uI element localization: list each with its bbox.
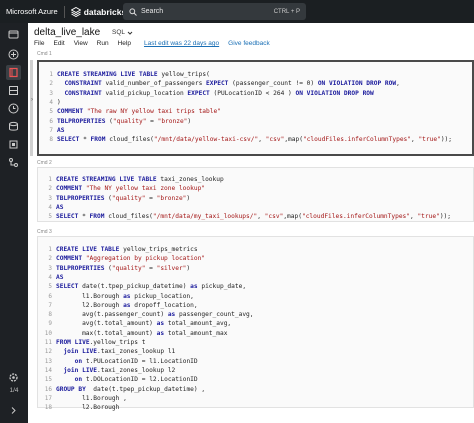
menu-run[interactable]: Run	[97, 40, 109, 47]
last-edit-link[interactable]: Last edit was 22 days ago	[144, 40, 219, 47]
line-number: 8	[49, 136, 53, 144]
search-input[interactable]: Search CTRL + P	[123, 3, 306, 20]
code-line: SELECT * FROM cloud_files("/mnt/data/yel…	[57, 136, 452, 144]
create-icon[interactable]	[6, 47, 21, 62]
menu-view[interactable]: View	[74, 40, 88, 47]
cell-gutter	[30, 60, 33, 156]
cell-label: Cmd 1	[37, 51, 52, 57]
search-icon	[129, 7, 137, 16]
give-feedback-link[interactable]: Give feedback	[228, 40, 270, 47]
code-line: TBLPROPERTIES ("quality" = "silver")	[56, 264, 191, 272]
code-cell[interactable]: 1 CREATE STREAMING LIVE TABLE yellow_trip…	[37, 60, 474, 156]
expand-sidebar-icon[interactable]	[6, 403, 21, 418]
compute-icon[interactable]	[6, 137, 21, 152]
cell-label: Cmd 2	[37, 160, 52, 166]
menu-edit[interactable]: Edit	[53, 40, 64, 47]
data-icon[interactable]	[6, 119, 21, 134]
notebook-menu-bar: File Edit View Run Help Last edit was 22…	[34, 40, 270, 47]
search-shortcut: CTRL + P	[273, 8, 300, 15]
menu-help[interactable]: Help	[118, 40, 131, 47]
databricks-icon	[70, 6, 81, 17]
menu-file[interactable]: File	[34, 40, 44, 47]
collapse-chevron-icon[interactable]: ›	[31, 97, 33, 103]
workflows-icon[interactable]	[6, 155, 21, 170]
product-name: databricks	[83, 6, 127, 17]
azure-brand[interactable]: Microsoft Azure	[6, 7, 58, 16]
left-sidebar: 1/4	[0, 23, 28, 423]
recents-icon[interactable]	[6, 101, 21, 116]
databricks-logo[interactable]: databricks	[70, 6, 127, 17]
notebook-title[interactable]: delta_live_lake	[34, 27, 100, 38]
code-line: l2.Borough	[82, 404, 120, 412]
language-selector[interactable]: SQL	[112, 29, 133, 36]
code-line: TBLPROPERTIES ("quality" = "bronze")	[56, 194, 191, 202]
chevron-down-icon	[127, 31, 133, 35]
repos-icon[interactable]	[6, 83, 21, 98]
line-number: 5	[48, 213, 52, 221]
code-cell[interactable]: 1 CREATE LIVE TABLE yellow_trips_metrics 2…	[37, 236, 474, 411]
cell-label: Cmd 3	[37, 229, 52, 235]
workspace-icon[interactable]	[6, 65, 21, 80]
code-line: SELECT * FROM cloud_files("/mnt/data/my_…	[56, 213, 451, 221]
top-bar: Microsoft Azure databricks Search CTRL +…	[0, 0, 474, 23]
line-number: 18	[44, 404, 52, 412]
settings-icon[interactable]	[6, 370, 21, 385]
code-line: CONSTRAINT valid_pickup_location EXPECT …	[64, 89, 374, 97]
divider	[63, 5, 65, 18]
code-line: TBLPROPERTIES ("quality" = "bronze")	[57, 117, 192, 125]
search-placeholder: Search	[141, 8, 164, 15]
page-indicator: 1/4	[9, 387, 19, 394]
language-label: SQL	[112, 29, 126, 36]
code-cell[interactable]: 1 CREATE STREAMING LIVE TABLE taxi_zones_…	[37, 167, 474, 222]
workspace-menu-icon[interactable]	[6, 27, 21, 42]
